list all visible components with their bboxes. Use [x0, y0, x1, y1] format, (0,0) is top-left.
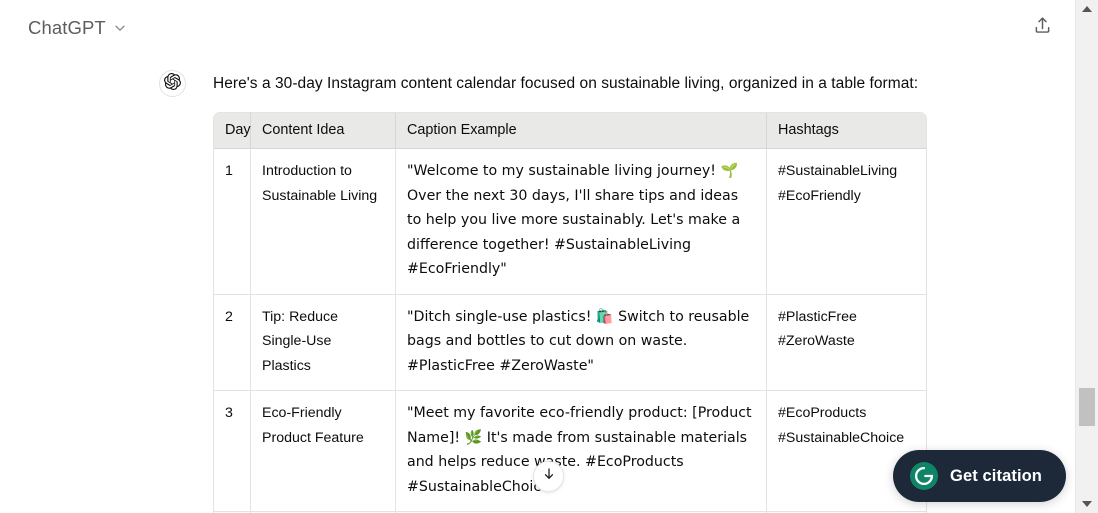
page-scrollbar[interactable] — [1075, 0, 1098, 513]
scrollbar-thumb[interactable] — [1079, 388, 1095, 426]
table-row: 2 Tip: Reduce Single-Use Plastics "Ditch… — [214, 294, 926, 391]
table-row: 3 Eco-Friendly Product Feature "Meet my … — [214, 391, 926, 512]
share-upload-icon — [1032, 15, 1053, 41]
table-body: 1 Introduction to Sustainable Living "We… — [214, 149, 926, 513]
chevron-down-icon — [113, 21, 127, 35]
cell-day: 3 — [214, 391, 251, 512]
cell-day: 1 — [214, 149, 251, 295]
caret-up-icon — [1082, 6, 1092, 12]
intro-paragraph: Here's a 30-day Instagram content calend… — [213, 75, 919, 92]
column-header-caption-example: Caption Example — [396, 113, 767, 149]
avatar — [159, 70, 186, 97]
scrollbar-up-arrow[interactable] — [1076, 0, 1098, 18]
caret-down-icon — [1082, 501, 1092, 507]
top-bar: ChatGPT — [0, 0, 1075, 56]
table-header: Day Content Idea Caption Example Hashtag… — [214, 113, 926, 149]
scrollbar-down-arrow[interactable] — [1076, 495, 1098, 513]
column-header-content-idea: Content Idea — [251, 113, 396, 149]
model-selector-label: ChatGPT — [28, 17, 106, 38]
conversation-scroll-area[interactable]: Here's a 30-day Instagram content calend… — [0, 56, 1075, 513]
table-row: 1 Introduction to Sustainable Living "We… — [214, 149, 926, 295]
get-citation-label: Get citation — [950, 466, 1042, 485]
assistant-message: Here's a 30-day Instagram content calend… — [0, 56, 1075, 513]
table-header-row: Day Content Idea Caption Example Hashtag… — [214, 113, 926, 149]
share-button[interactable] — [1025, 11, 1059, 45]
arrow-down-icon — [541, 466, 557, 487]
openai-logo-icon — [164, 72, 181, 95]
message-body: Here's a 30-day Instagram content calend… — [213, 56, 929, 513]
model-selector-button[interactable]: ChatGPT — [22, 13, 133, 43]
cell-hashtags: #SustainableLiving #EcoFriendly — [767, 149, 926, 295]
cell-caption-example: "Ditch single-use plastics! 🛍️ Switch to… — [396, 294, 767, 391]
grammarly-g-icon — [910, 462, 939, 490]
cell-content-idea: Tip: Reduce Single-Use Plastics — [251, 294, 396, 391]
column-header-day: Day — [214, 113, 251, 149]
cell-caption-example: "Meet my favorite eco-friendly product: … — [396, 391, 767, 512]
cell-day: 2 — [214, 294, 251, 391]
column-header-hashtags: Hashtags — [767, 113, 926, 149]
cell-hashtags: #PlasticFree #ZeroWaste — [767, 295, 926, 391]
content-calendar-table: Day Content Idea Caption Example Hashtag… — [213, 112, 927, 513]
cell-content-idea: Eco-Friendly Product Feature — [251, 391, 396, 512]
cell-caption-example: "Welcome to my sustainable living journe… — [396, 149, 767, 295]
get-citation-button[interactable]: Get citation — [893, 450, 1066, 502]
cell-content-idea: Introduction to Sustainable Living — [251, 149, 396, 295]
scroll-to-bottom-button[interactable] — [533, 461, 564, 492]
